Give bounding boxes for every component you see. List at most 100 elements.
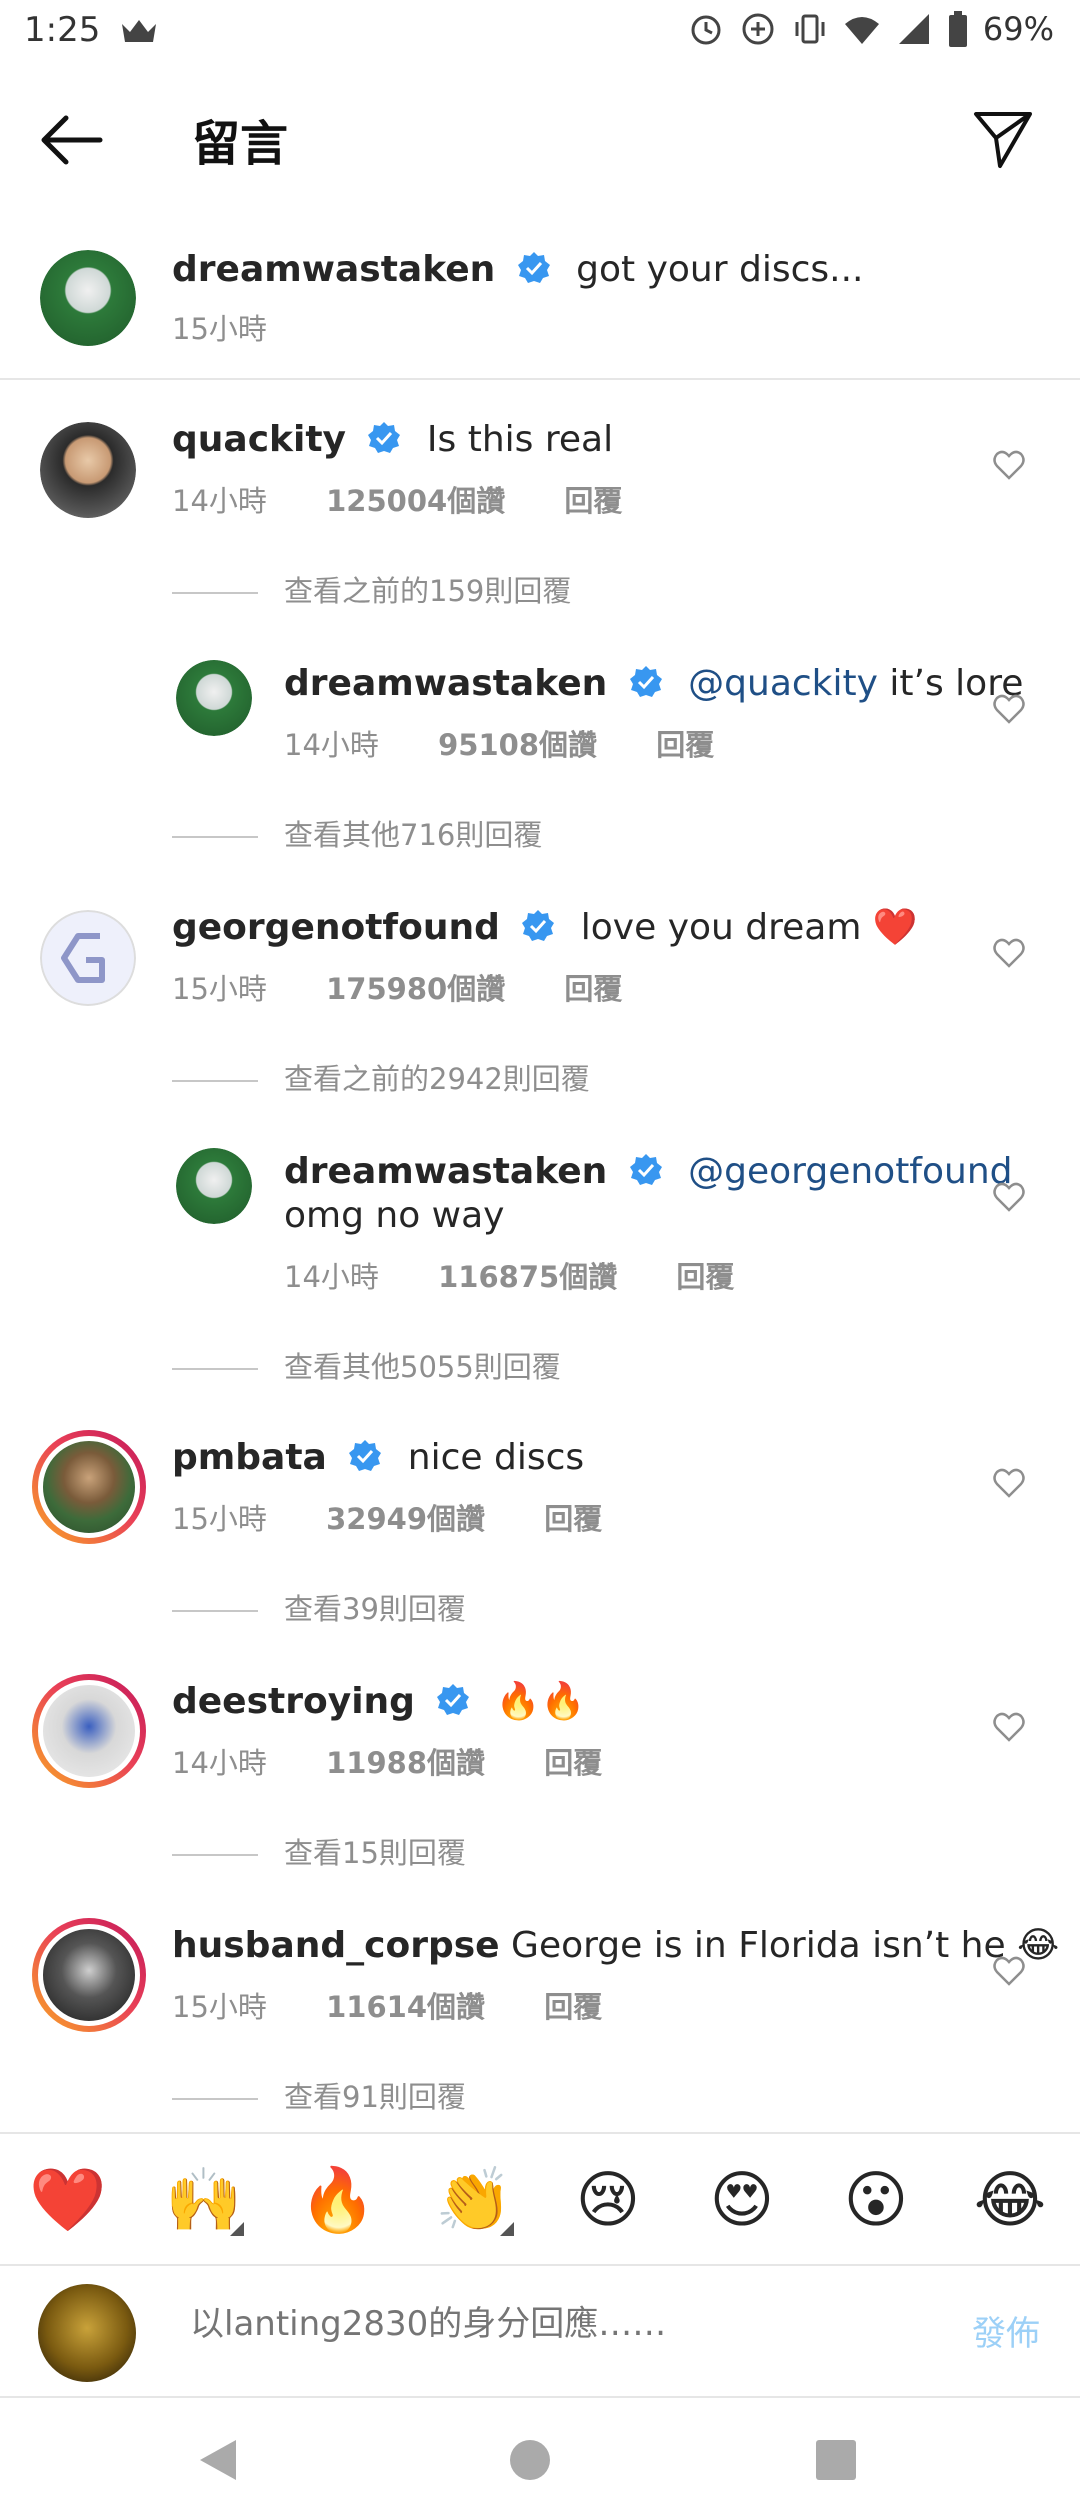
- comment-username[interactable]: quackity: [172, 419, 346, 460]
- header: 留言: [0, 80, 1080, 200]
- divider: [172, 1368, 258, 1370]
- heart-icon[interactable]: [992, 1466, 1026, 1500]
- comment-username[interactable]: deestroying: [172, 1681, 415, 1722]
- comment-time: 15小時: [172, 1990, 267, 2024]
- heart-icon[interactable]: [992, 1954, 1026, 1988]
- mention-link[interactable]: @georgenotfound: [688, 1151, 1012, 1192]
- battery-percent: 69%: [982, 10, 1054, 48]
- view-replies[interactable]: 查看15則回覆: [172, 1830, 466, 1872]
- divider: [172, 1854, 258, 1856]
- reaction-heart-eyes[interactable]: 😍: [702, 2160, 782, 2240]
- verified-badge-icon: [629, 1154, 662, 1185]
- verified-badge-icon: [629, 666, 662, 697]
- reply-username[interactable]: dreamwastaken: [284, 663, 607, 704]
- avatar-story-ring[interactable]: [32, 1430, 146, 1544]
- heart-icon[interactable]: [992, 448, 1026, 482]
- post-caption: dreamwastaken got your discs... 15小時: [0, 228, 1080, 380]
- avatar[interactable]: [40, 910, 136, 1006]
- avatar[interactable]: [176, 1148, 252, 1224]
- reply-text: omg no way: [284, 1195, 505, 1236]
- nav-back-icon[interactable]: [200, 2440, 236, 2480]
- comment-text: Is this real: [426, 419, 614, 460]
- reply-username[interactable]: dreamwastaken: [284, 1151, 607, 1192]
- alarm-icon: [691, 15, 721, 45]
- divider: [172, 1610, 258, 1612]
- nav-recents-icon[interactable]: [816, 2440, 856, 2480]
- comment-likes[interactable]: 11988個讚: [326, 1746, 485, 1780]
- comment-likes[interactable]: 11614個讚: [326, 1990, 485, 2024]
- wifi-icon: [844, 17, 879, 44]
- reply-button[interactable]: 回覆: [564, 972, 622, 1006]
- heart-icon[interactable]: [992, 936, 1026, 970]
- avatar-story-ring[interactable]: [32, 1918, 146, 2032]
- avatar[interactable]: [40, 422, 136, 518]
- reply-button[interactable]: 回覆: [544, 1990, 602, 2024]
- reaction-red-heart[interactable]: ❤️: [28, 2160, 108, 2240]
- comment-username[interactable]: georgenotfound: [172, 907, 500, 948]
- comment-composer: 發佈: [0, 2264, 1080, 2398]
- reaction-surprised-face[interactable]: 😮: [836, 2160, 916, 2240]
- crown-icon: [122, 20, 156, 42]
- data-saver-icon: [742, 13, 774, 45]
- status-right: 69%: [687, 10, 1054, 48]
- reply-likes[interactable]: 116875個讚: [438, 1260, 617, 1294]
- my-avatar: [38, 2284, 136, 2382]
- reply-time: 14小時: [284, 1260, 379, 1294]
- caption-username[interactable]: dreamwastaken: [172, 249, 495, 290]
- reply-button[interactable]: 回覆: [544, 1746, 602, 1780]
- view-replies[interactable]: 查看39則回覆: [172, 1586, 466, 1628]
- post-button[interactable]: 發佈: [972, 2306, 1040, 2355]
- avatar-story-ring[interactable]: [32, 1674, 146, 1788]
- caption-text: got your discs...: [576, 249, 864, 290]
- divider: [172, 836, 258, 838]
- comment-likes[interactable]: 175980個讚: [326, 972, 505, 1006]
- heart-icon[interactable]: [992, 692, 1026, 726]
- reply-likes[interactable]: 95108個讚: [438, 728, 597, 762]
- reaction-raising-hands[interactable]: 🙌: [164, 2160, 244, 2240]
- heart-icon[interactable]: [992, 1710, 1026, 1744]
- quick-reactions-bar: ❤️ 🙌 🔥 👏 😢 😍 😮 😂: [0, 2132, 1080, 2264]
- view-replies[interactable]: 查看91則回覆: [172, 2074, 466, 2116]
- mention-link[interactable]: @quackity: [688, 663, 878, 704]
- comment-likes[interactable]: 32949個讚: [326, 1502, 485, 1536]
- system-nav-bar: [0, 2400, 1080, 2520]
- back-arrow-icon[interactable]: [36, 110, 106, 170]
- comment-text: 🔥🔥: [495, 1681, 586, 1722]
- divider: [172, 592, 258, 594]
- comment-username[interactable]: husband_corpse: [172, 1925, 500, 1966]
- direct-send-icon[interactable]: [970, 106, 1036, 172]
- verified-badge-icon: [349, 1440, 382, 1471]
- avatar[interactable]: [40, 250, 136, 346]
- reply-button[interactable]: 回覆: [656, 728, 714, 762]
- reaction-clapping-hands[interactable]: 👏: [434, 2160, 514, 2240]
- comment-time: 14小時: [172, 1746, 267, 1780]
- status-bar: 1:25 69%: [0, 0, 1080, 62]
- verified-badge-icon: [517, 252, 550, 283]
- nav-home-icon[interactable]: [510, 2440, 550, 2480]
- heart-icon[interactable]: [992, 1180, 1026, 1214]
- avatar[interactable]: [176, 660, 252, 736]
- reaction-tears-of-joy[interactable]: 😂: [970, 2160, 1050, 2240]
- skin-tone-indicator: [500, 2222, 514, 2236]
- comment-input[interactable]: [190, 2304, 910, 2344]
- battery-icon: [948, 11, 967, 47]
- reaction-fire[interactable]: 🔥: [298, 2160, 378, 2240]
- reaction-crying-face[interactable]: 😢: [568, 2160, 648, 2240]
- reply-button[interactable]: 回覆: [544, 1502, 602, 1536]
- verified-badge-icon: [368, 422, 401, 453]
- comment-likes[interactable]: 125004個讚: [326, 484, 505, 518]
- view-previous-replies[interactable]: 查看之前的2942則回覆: [172, 1056, 590, 1098]
- status-time: 1:25: [24, 10, 101, 50]
- verified-badge-icon: [437, 1684, 470, 1715]
- reply-button[interactable]: 回覆: [564, 484, 622, 518]
- view-more-replies[interactable]: 查看其他5055則回覆: [172, 1344, 561, 1386]
- divider: [172, 1080, 258, 1082]
- signal-icon: [898, 14, 929, 44]
- comment-text: nice discs: [407, 1437, 585, 1478]
- comment-text: George is in Florida isn’t he 😂: [511, 1925, 1060, 1966]
- view-previous-replies[interactable]: 查看之前的159則回覆: [172, 568, 571, 610]
- view-more-replies[interactable]: 查看其他716則回覆: [172, 812, 542, 854]
- comment-username[interactable]: pmbata: [172, 1437, 327, 1478]
- comment-text: love you dream ❤️: [580, 907, 918, 948]
- reply-button[interactable]: 回覆: [676, 1260, 734, 1294]
